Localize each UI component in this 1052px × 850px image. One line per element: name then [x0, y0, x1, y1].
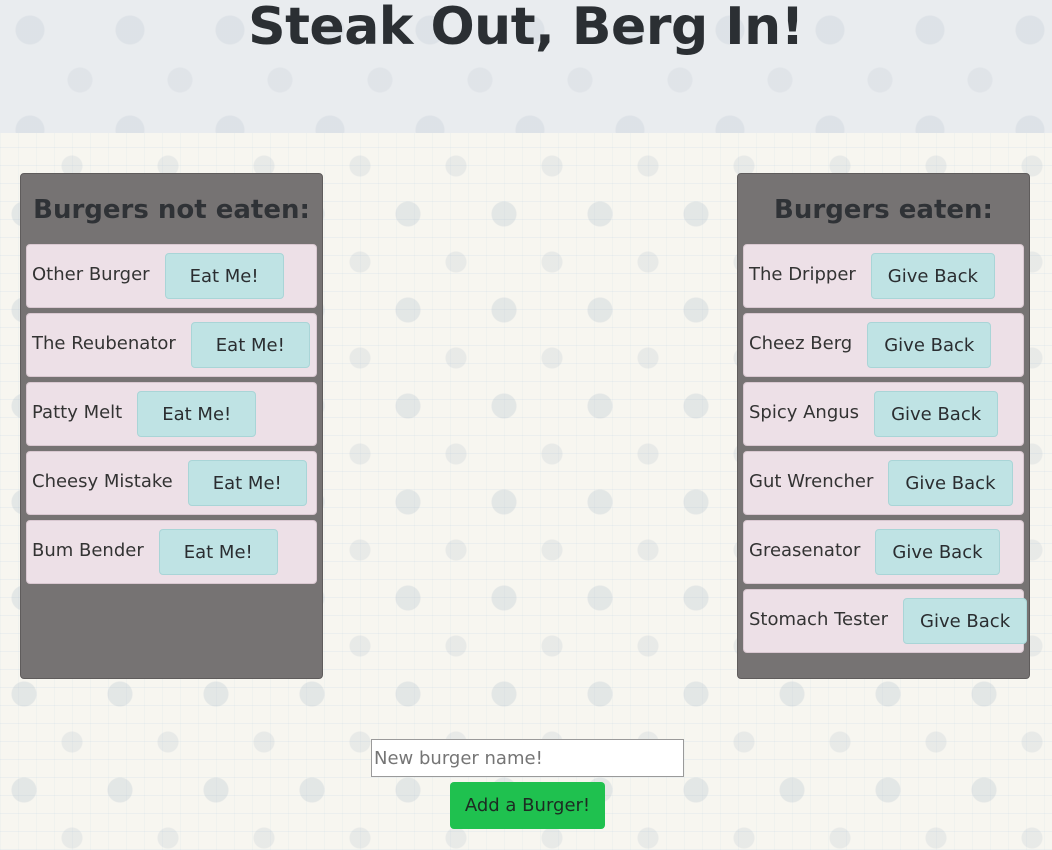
list-item: The Reubenator Eat Me! [26, 313, 317, 377]
list-item: The Dripper Give Back [743, 244, 1024, 308]
burger-name: Cheesy Mistake [32, 470, 173, 492]
page-title: Steak Out, Berg In! [248, 0, 804, 57]
give-back-button[interactable]: Give Back [888, 460, 1013, 506]
burgers-eaten-panel: Burgers eaten: The Dripper Give Back Che… [737, 173, 1030, 679]
eat-me-button[interactable]: Eat Me! [158, 529, 278, 575]
burger-name: Other Burger [32, 263, 150, 285]
new-burger-input[interactable] [371, 739, 684, 777]
header-jumbotron: Steak Out, Berg In! [0, 0, 1052, 133]
list-item: Greasenator Give Back [743, 520, 1024, 584]
list-item: Bum Bender Eat Me! [26, 520, 317, 584]
give-back-button[interactable]: Give Back [867, 322, 992, 368]
burger-name: Gut Wrencher [749, 470, 874, 492]
panel-title-eaten: Burgers eaten: [774, 195, 993, 225]
give-back-button[interactable]: Give Back [874, 391, 999, 437]
burgers-not-eaten-panel: Burgers not eaten: Other Burger Eat Me! … [20, 173, 323, 679]
give-back-button[interactable]: Give Back [875, 529, 1000, 575]
eat-me-button[interactable]: Eat Me! [187, 460, 307, 506]
add-burger-button[interactable]: Add a Burger! [450, 782, 605, 829]
burger-name: Greasenator [749, 539, 861, 561]
list-item: Cheez Berg Give Back [743, 313, 1024, 377]
burger-name: Bum Bender [32, 539, 144, 561]
give-back-button[interactable]: Give Back [870, 253, 995, 299]
burger-name: Spicy Angus [749, 401, 860, 423]
burger-name: The Dripper [749, 263, 856, 285]
eat-me-button[interactable]: Eat Me! [164, 253, 284, 299]
burger-name: Stomach Tester [749, 608, 889, 630]
list-item: Gut Wrencher Give Back [743, 451, 1024, 515]
list-item: Other Burger Eat Me! [26, 244, 317, 308]
list-item: Patty Melt Eat Me! [26, 382, 317, 446]
list-item: Stomach Tester Give Back [743, 589, 1028, 653]
panel-title-not-eaten: Burgers not eaten: [33, 195, 310, 225]
give-back-button[interactable]: Give Back [903, 598, 1028, 644]
eat-me-button[interactable]: Eat Me! [190, 322, 310, 368]
burger-name: Cheez Berg [749, 332, 853, 354]
list-item: Spicy Angus Give Back [743, 382, 1024, 446]
burger-name: The Reubenator [32, 332, 176, 354]
burger-name: Patty Melt [32, 401, 123, 423]
eat-me-button[interactable]: Eat Me! [137, 391, 257, 437]
list-item: Cheesy Mistake Eat Me! [26, 451, 317, 515]
